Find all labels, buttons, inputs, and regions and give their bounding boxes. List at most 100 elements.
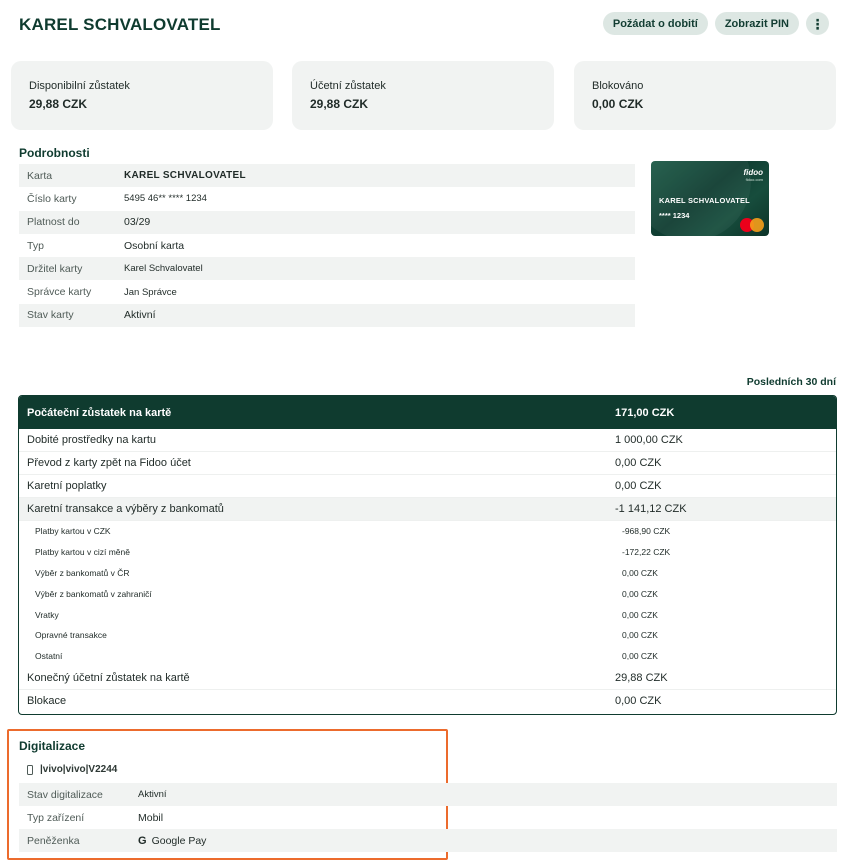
device-name: |vivo|vivo|V2244	[40, 764, 118, 775]
detail-label: Správce karty	[27, 286, 92, 299]
details-table: Karta KAREL SCHVALOVATEL Číslo karty 549…	[19, 164, 635, 328]
summary-sub-label: Ostatní	[35, 651, 63, 662]
detail-label: Držitel karty	[27, 262, 83, 275]
summary-sub-row: Opravné transakce 0,00 CZK	[19, 625, 836, 646]
summary-sub-row: Vratky 0,00 CZK	[19, 604, 836, 625]
device-line: |vivo|vivo|V2244	[27, 764, 117, 775]
blocked-balance-card: Blokováno 0,00 CZK	[574, 61, 836, 130]
digitalization-row: Peněženka G Google Pay	[19, 829, 837, 852]
summary-row: Konečný účetní zůstatek na kartě 29,88 C…	[19, 667, 836, 690]
summary-sub-value: 0,00 CZK	[622, 609, 658, 620]
more-options-icon[interactable]: ⋮	[806, 12, 829, 35]
balance-label: Blokováno	[592, 80, 644, 92]
detail-row: Typ Osobní karta	[19, 234, 635, 257]
digitalization-row: Typ zařízení Mobil	[19, 806, 837, 829]
summary-sub-row: Ostatní 0,00 CZK	[19, 646, 836, 667]
summary-row: Blokace 0,00 CZK	[19, 690, 836, 713]
balance-label: Disponibilní zůstatek	[29, 80, 130, 92]
summary-sub-label: Vratky	[35, 609, 59, 620]
details-title: Podrobnosti	[19, 146, 90, 160]
wallet-value: G Google Pay	[138, 835, 206, 847]
detail-row: Správce karty Jan Správce	[19, 280, 635, 303]
fidoo-logo-sub: fidoo.com	[745, 177, 763, 182]
summary-sub-row: Platby kartou v CZK -968,90 CZK	[19, 521, 836, 542]
summary-sub-label: Opravné transakce	[35, 630, 107, 641]
payment-card-image: fidoo fidoo.com KAREL SCHVALOVATEL **** …	[651, 161, 769, 236]
digitalization-table: Stav digitalizace Aktivní Typ zařízení M…	[19, 783, 837, 852]
digitalization-row: Stav digitalizace Aktivní	[19, 783, 837, 806]
summary-value: 29,88 CZK	[615, 671, 668, 684]
card-summary-table: Počáteční zůstatek na kartě 171,00 CZK D…	[18, 395, 837, 715]
detail-value: Jan Správce	[124, 286, 177, 298]
digitalization-label: Peněženka	[27, 834, 80, 847]
detail-value: Osobní karta	[124, 239, 185, 252]
wallet-name: Google Pay	[151, 834, 207, 847]
summary-label: Konečný účetní zůstatek na kartě	[27, 671, 190, 684]
summary-label: Karetní transakce a výběry z bankomatů	[27, 503, 224, 515]
summary-sub-value: -968,90 CZK	[622, 526, 671, 537]
header-actions: Požádat o dobití Zobrazit PIN ⋮	[602, 12, 829, 35]
summary-value: 0,00 CZK	[615, 457, 662, 469]
detail-value: KAREL SCHVALOVATEL	[124, 170, 246, 182]
balance-value: 0,00 CZK	[592, 97, 644, 111]
detail-value: Aktivní	[124, 309, 156, 322]
detail-value: Karel Schvalovatel	[124, 263, 203, 275]
summary-value: 0,00 CZK	[615, 695, 662, 708]
detail-row: Karta KAREL SCHVALOVATEL	[19, 164, 635, 188]
mastercard-icon	[740, 218, 764, 232]
summary-value: -1 141,12 CZK	[615, 503, 687, 515]
request-topup-button[interactable]: Požádat o dobití	[602, 12, 708, 35]
period-label: Posledních 30 dní	[746, 376, 836, 388]
balance-label: Účetní zůstatek	[310, 80, 386, 92]
balance-value: 29,88 CZK	[310, 97, 369, 111]
detail-row: Držitel karty Karel Schvalovatel	[19, 257, 635, 281]
detail-row: Číslo karty 5495 46** **** 1234	[19, 187, 635, 210]
detail-label: Číslo karty	[27, 192, 77, 205]
summary-sub-row: Výběr z bankomatů v ČR 0,00 CZK	[19, 563, 836, 584]
show-pin-button[interactable]: Zobrazit PIN	[714, 12, 799, 35]
summary-sub-label: Výběr z bankomatů v ČR	[35, 567, 130, 578]
summary-label: Převod z karty zpět na Fidoo účet	[27, 457, 191, 469]
summary-row: Dobité prostředky na kartu 1 000,00 CZK	[19, 429, 836, 452]
summary-label: Počáteční zůstatek na kartě	[27, 406, 172, 419]
detail-label: Stav karty	[27, 309, 74, 322]
summary-sub-row: Platby kartou v cizí měně -172,22 CZK	[19, 542, 836, 563]
detail-value: 03/29	[124, 216, 151, 229]
summary-sub-value: 0,00 CZK	[622, 630, 658, 641]
card-number: **** 1234	[659, 211, 690, 220]
summary-row: Karetní transakce a výběry z bankomatů -…	[19, 498, 836, 521]
summary-sub-label: Platby kartou v CZK	[35, 526, 111, 537]
balance-value: 29,88 CZK	[29, 97, 88, 111]
detail-row: Stav karty Aktivní	[19, 303, 635, 328]
phone-icon	[27, 764, 33, 775]
page-title: KAREL SCHVALOVATEL	[19, 15, 221, 34]
digitalization-value: Mobil	[138, 811, 164, 824]
summary-sub-label: Výběr z bankomatů v zahraničí	[35, 588, 152, 599]
page-header: KAREL SCHVALOVATEL Požádat o dobití Zobr…	[19, 12, 829, 36]
summary-row: Karetní poplatky 0,00 CZK	[19, 475, 836, 498]
summary-value: 1 000,00 CZK	[615, 434, 683, 446]
detail-label: Typ	[27, 239, 44, 252]
detail-label: Karta	[27, 169, 53, 182]
summary-label: Karetní poplatky	[27, 480, 107, 492]
digitalization-label: Stav digitalizace	[27, 788, 103, 801]
summary-sub-value: 0,00 CZK	[622, 567, 658, 578]
summary-header-row: Počáteční zůstatek na kartě 171,00 CZK	[19, 396, 836, 429]
google-icon: G	[138, 834, 147, 847]
summary-label: Dobité prostředky na kartu	[27, 434, 157, 446]
digitalization-value: Aktivní	[138, 789, 167, 800]
available-balance-card: Disponibilní zůstatek 29,88 CZK	[11, 61, 273, 130]
detail-row: Platnost do 03/29	[19, 210, 635, 234]
accounting-balance-card: Účetní zůstatek 29,88 CZK	[292, 61, 554, 130]
fidoo-logo: fidoo	[743, 168, 763, 177]
summary-label: Blokace	[27, 695, 67, 708]
summary-sub-value: 0,00 CZK	[622, 651, 658, 662]
summary-sub-label: Platby kartou v cizí měně	[35, 547, 130, 558]
digitalization-title: Digitalizace	[19, 739, 86, 753]
digitalization-label: Typ zařízení	[27, 811, 85, 824]
card-holder-name: KAREL SCHVALOVATEL	[659, 196, 750, 205]
summary-sub-row: Výběr z bankomatů v zahraničí 0,00 CZK	[19, 583, 836, 604]
summary-row: Převod z karty zpět na Fidoo účet 0,00 C…	[19, 452, 836, 475]
detail-label: Platnost do	[27, 216, 80, 229]
summary-sub-value: -172,22 CZK	[622, 547, 671, 558]
